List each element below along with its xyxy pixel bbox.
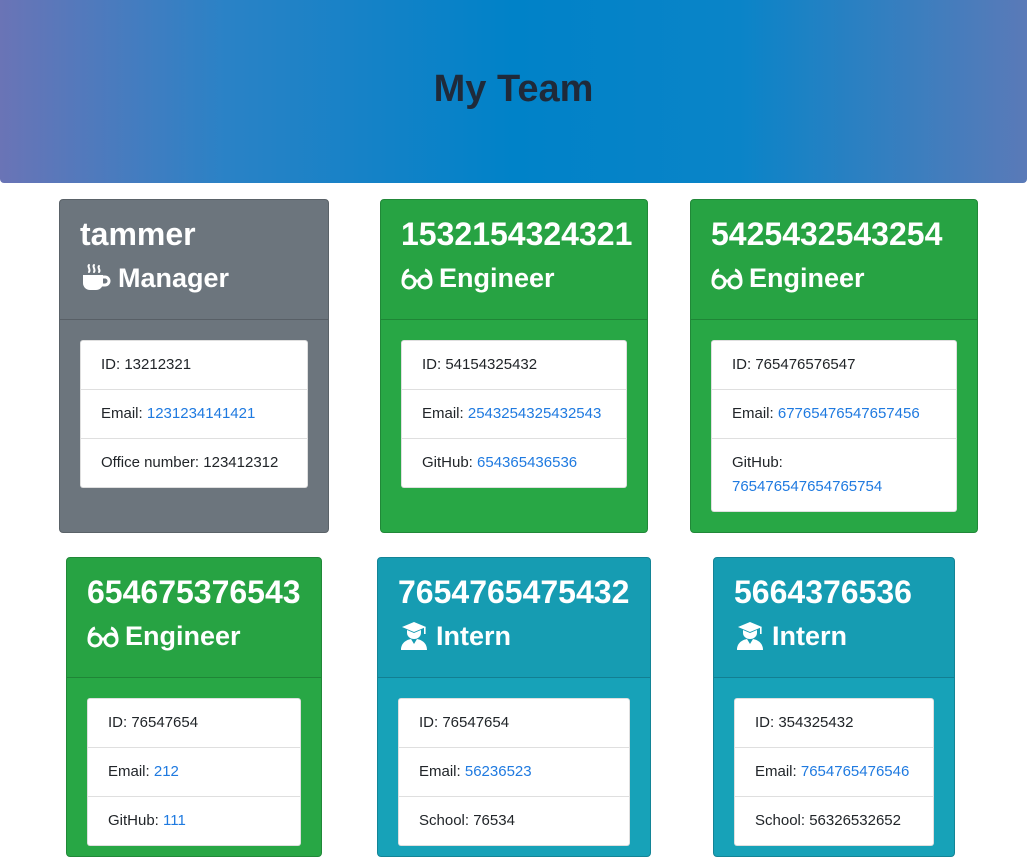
employee-role: Engineer (401, 260, 627, 296)
github-link[interactable]: 654365436536 (477, 454, 577, 471)
id-value: 354325432 (778, 714, 854, 731)
card-header: 5425432543254 Engineer (691, 200, 977, 320)
card-body: ID: 13212321 Email: 1231234141421 Office… (60, 320, 328, 488)
employee-role: Intern (398, 618, 630, 654)
role-label: Manager (118, 263, 230, 293)
employee-card-engineer: 5425432543254 Engineer ID: 765476576547 … (690, 199, 978, 533)
github-row: GitHub: 765476547654765754 (732, 454, 883, 495)
github-link[interactable]: 765476547654765754 (732, 478, 882, 495)
card-header: 5664376536 Intern (714, 558, 954, 678)
card-header: 1532154324321 Engineer (381, 200, 647, 320)
employee-name: 5664376536 (734, 574, 912, 610)
id-value: 76547654 (131, 714, 199, 731)
employee-role: Engineer (711, 260, 957, 296)
employee-role: Manager (80, 260, 308, 296)
employee-role: Intern (734, 618, 934, 654)
coffee-icon (80, 262, 112, 294)
role-label: Intern (772, 621, 848, 651)
employee-card-manager: tammer Manager ID: 13212321 Email: 12312… (59, 199, 329, 533)
details-list: ID: 54154325432 Email: 2543254325432543 … (401, 340, 627, 488)
email-row: Email: 7654765476546 (735, 748, 933, 797)
id-row: ID: 54154325432 (402, 341, 626, 390)
email-row: Email: 2543254325432543 (402, 390, 626, 439)
employee-card-intern: 7654765475432 Intern ID: 76547654 Email:… (377, 557, 651, 857)
email-row: Email: 56236523 (399, 748, 629, 797)
id-value: 54154325432 (445, 356, 538, 373)
role-label: Engineer (439, 263, 555, 293)
email-link[interactable]: 7654765476546 (801, 763, 909, 780)
graduate-icon (398, 620, 430, 652)
glasses-icon (711, 262, 743, 294)
employee-name: 7654765475432 (398, 574, 630, 610)
page-title: My Team (433, 68, 594, 110)
email-row: Email: 67765476547657456 (712, 390, 956, 439)
card-body: ID: 765476576547 Email: 6776547654765745… (691, 320, 977, 512)
id-value: 13212321 (124, 356, 192, 373)
id-row: ID: 13212321 (81, 341, 307, 390)
id-value: 76547654 (442, 714, 510, 731)
graduate-icon (734, 620, 766, 652)
email-link[interactable]: 1231234141421 (147, 405, 255, 422)
card-header: 654675376543 Engineer (67, 558, 321, 678)
details-list: ID: 76547654 Email: 56236523 School: 765… (398, 698, 630, 846)
details-list: ID: 13212321 Email: 1231234141421 Office… (80, 340, 308, 488)
id-row: ID: 76547654 (88, 699, 300, 748)
employee-name: 654675376543 (87, 574, 301, 610)
id-row: ID: 76547654 (399, 699, 629, 748)
card-body: ID: 76547654 Email: 56236523 School: 765… (378, 678, 650, 846)
employee-name: tammer (80, 216, 196, 252)
github-row: GitHub: 654365436536 (422, 454, 578, 471)
id-value: 765476576547 (755, 356, 856, 373)
card-body: ID: 76547654 Email: 212 GitHub: 111 (67, 678, 321, 846)
id-row: ID: 354325432 (735, 699, 933, 748)
school-value: 76534 (473, 812, 515, 829)
glasses-icon (401, 262, 433, 294)
role-label: Engineer (749, 263, 865, 293)
employee-card-engineer: 654675376543 Engineer ID: 76547654 Email… (66, 557, 322, 857)
school-value: 56326532652 (809, 812, 901, 829)
role-label: Intern (436, 621, 512, 651)
github-link[interactable]: 111 (163, 812, 186, 829)
employee-role: Engineer (87, 618, 301, 654)
details-list: ID: 354325432 Email: 7654765476546 Schoo… (734, 698, 934, 846)
email-row: Email: 1231234141421 (81, 390, 307, 439)
id-row: ID: 765476576547 (712, 341, 956, 390)
details-list: ID: 76547654 Email: 212 GitHub: 111 (87, 698, 301, 846)
employee-name: 5425432543254 (711, 216, 943, 252)
header-banner: My Team (0, 0, 1027, 183)
office-number-value: 123412312 (203, 454, 279, 471)
employee-card-intern: 5664376536 Intern ID: 354325432 Email: 7… (713, 557, 955, 857)
employee-name: 1532154324321 (401, 216, 633, 252)
card-header: 7654765475432 Intern (378, 558, 650, 678)
email-link[interactable]: 56236523 (465, 763, 532, 780)
email-link[interactable]: 67765476547657456 (778, 405, 920, 422)
employee-card-engineer: 1532154324321 Engineer ID: 54154325432 E… (380, 199, 648, 533)
email-row: Email: 212 (88, 748, 300, 797)
office-number-row: Office number: 123412312 (101, 454, 279, 471)
glasses-icon (87, 620, 119, 652)
email-link[interactable]: 2543254325432543 (468, 405, 601, 422)
card-header: tammer Manager (60, 200, 328, 320)
role-label: Engineer (125, 621, 241, 651)
card-body: ID: 354325432 Email: 7654765476546 Schoo… (714, 678, 954, 846)
details-list: ID: 765476576547 Email: 6776547654765745… (711, 340, 957, 512)
card-body: ID: 54154325432 Email: 2543254325432543 … (381, 320, 647, 488)
email-link[interactable]: 212 (154, 763, 179, 780)
